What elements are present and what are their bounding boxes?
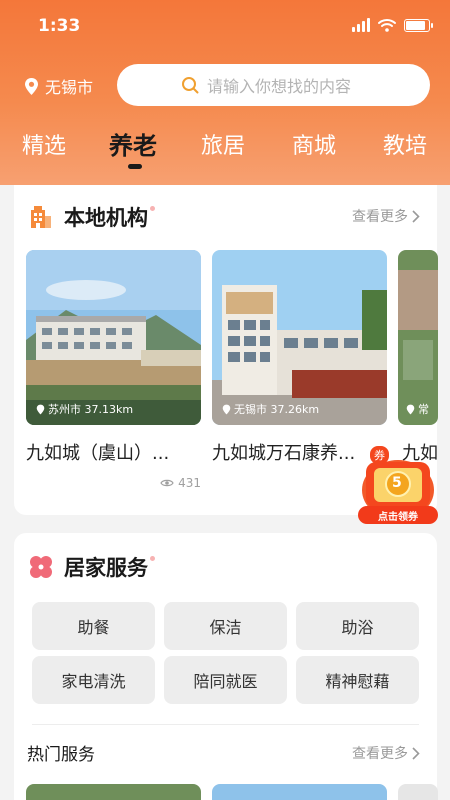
tab-jingxuan[interactable]: 精选 bbox=[22, 128, 66, 160]
coupon-value: 5 bbox=[392, 475, 402, 491]
location-pin-icon bbox=[36, 404, 45, 414]
flower-icon bbox=[30, 556, 52, 578]
service-chip-meal[interactable]: 助餐 bbox=[32, 602, 155, 650]
search-input[interactable]: 请输入你想找的内容 bbox=[117, 64, 430, 106]
battery-icon bbox=[404, 18, 433, 32]
tab-yanglao[interactable]: 养老 bbox=[109, 126, 157, 161]
institution-distance: 苏州市 37.13km bbox=[36, 401, 133, 417]
institution-card[interactable]: 常 九如 bbox=[398, 250, 438, 465]
local-more-link[interactable]: 查看更多 bbox=[352, 206, 420, 226]
home-service-title: 居家服务 bbox=[28, 552, 155, 582]
institution-distance: 常 bbox=[406, 401, 429, 417]
distance-text: 苏州市 37.13km bbox=[48, 403, 134, 416]
building-icon bbox=[31, 206, 51, 228]
hot-service-thumbnail[interactable] bbox=[212, 784, 387, 800]
search-icon bbox=[182, 77, 199, 94]
coupon-float-button[interactable]: 券 5 点击领券 bbox=[356, 440, 440, 526]
views-count: 431 bbox=[178, 476, 201, 490]
local-more-label: 查看更多 bbox=[352, 209, 408, 225]
institution-photo: 苏州市 37.13km bbox=[26, 250, 201, 425]
status-icons bbox=[352, 18, 433, 32]
local-section-title-text: 本地机构 bbox=[64, 206, 148, 230]
hot-more-label: 查看更多 bbox=[352, 746, 408, 762]
search-placeholder: 请输入你想找的内容 bbox=[207, 77, 352, 96]
wifi-icon bbox=[378, 19, 396, 32]
institution-name: 九如城（虞山）... bbox=[26, 443, 170, 464]
home-service-title-text: 居家服务 bbox=[64, 556, 148, 580]
distance-text: 常 bbox=[418, 403, 429, 416]
distance-text: 无锡市 37.26km bbox=[234, 403, 320, 416]
chevron-right-icon bbox=[412, 209, 420, 223]
service-chip-emotional-support[interactable]: 精神慰藉 bbox=[296, 656, 419, 704]
institution-views: 431 bbox=[160, 476, 201, 490]
hot-services-title: 热门服务 bbox=[27, 745, 95, 765]
tab-indicator bbox=[128, 164, 142, 169]
institution-photo: 无锡市 37.26km bbox=[212, 250, 387, 425]
location-label: 无锡市 bbox=[45, 78, 94, 97]
eye-icon bbox=[160, 479, 174, 487]
hot-service-thumbnail[interactable] bbox=[26, 784, 201, 800]
institution-card[interactable]: 无锡市 37.26km 九如城万石康养... bbox=[212, 250, 387, 485]
tab-jiaopei[interactable]: 教培 bbox=[383, 128, 427, 160]
location-pin-icon bbox=[406, 404, 415, 414]
status-time: 1:33 bbox=[38, 16, 81, 36]
service-chip-appliance-cleaning[interactable]: 家电清洗 bbox=[32, 656, 155, 704]
service-chip-bathing[interactable]: 助浴 bbox=[296, 602, 419, 650]
institution-distance: 无锡市 37.26km bbox=[222, 401, 319, 417]
service-chip-cleaning[interactable]: 保洁 bbox=[164, 602, 287, 650]
location-selector[interactable]: 无锡市 bbox=[24, 74, 93, 98]
hot-service-thumbnail[interactable] bbox=[398, 784, 438, 800]
coupon-top-label: 券 bbox=[370, 446, 389, 464]
chevron-right-icon bbox=[412, 746, 420, 760]
divider bbox=[32, 724, 419, 725]
service-chip-medical-escort[interactable]: 陪同就医 bbox=[164, 656, 287, 704]
title-dot bbox=[150, 555, 155, 561]
title-dot bbox=[150, 205, 155, 211]
header: 1:33 无锡市 请输入你想找的内容 精选 养老 旅居 商城 教培 bbox=[0, 0, 450, 185]
local-section-title: 本地机构 bbox=[28, 202, 155, 232]
tab-lvju[interactable]: 旅居 bbox=[201, 128, 245, 160]
status-bar: 1:33 bbox=[0, 0, 450, 52]
tab-shangcheng[interactable]: 商城 bbox=[292, 128, 336, 160]
signal-icon bbox=[352, 18, 370, 32]
institution-photo: 常 bbox=[398, 250, 438, 425]
location-pin-icon bbox=[25, 77, 38, 95]
category-tabs: 精选 养老 旅居 商城 教培 bbox=[0, 124, 450, 180]
location-pin-icon bbox=[222, 404, 231, 414]
institution-card[interactable]: 苏州市 37.13km 九如城（虞山）... 431 bbox=[26, 250, 201, 490]
coupon-action-label: 点击领券 bbox=[378, 512, 418, 523]
hot-more-link[interactable]: 查看更多 bbox=[352, 743, 420, 763]
